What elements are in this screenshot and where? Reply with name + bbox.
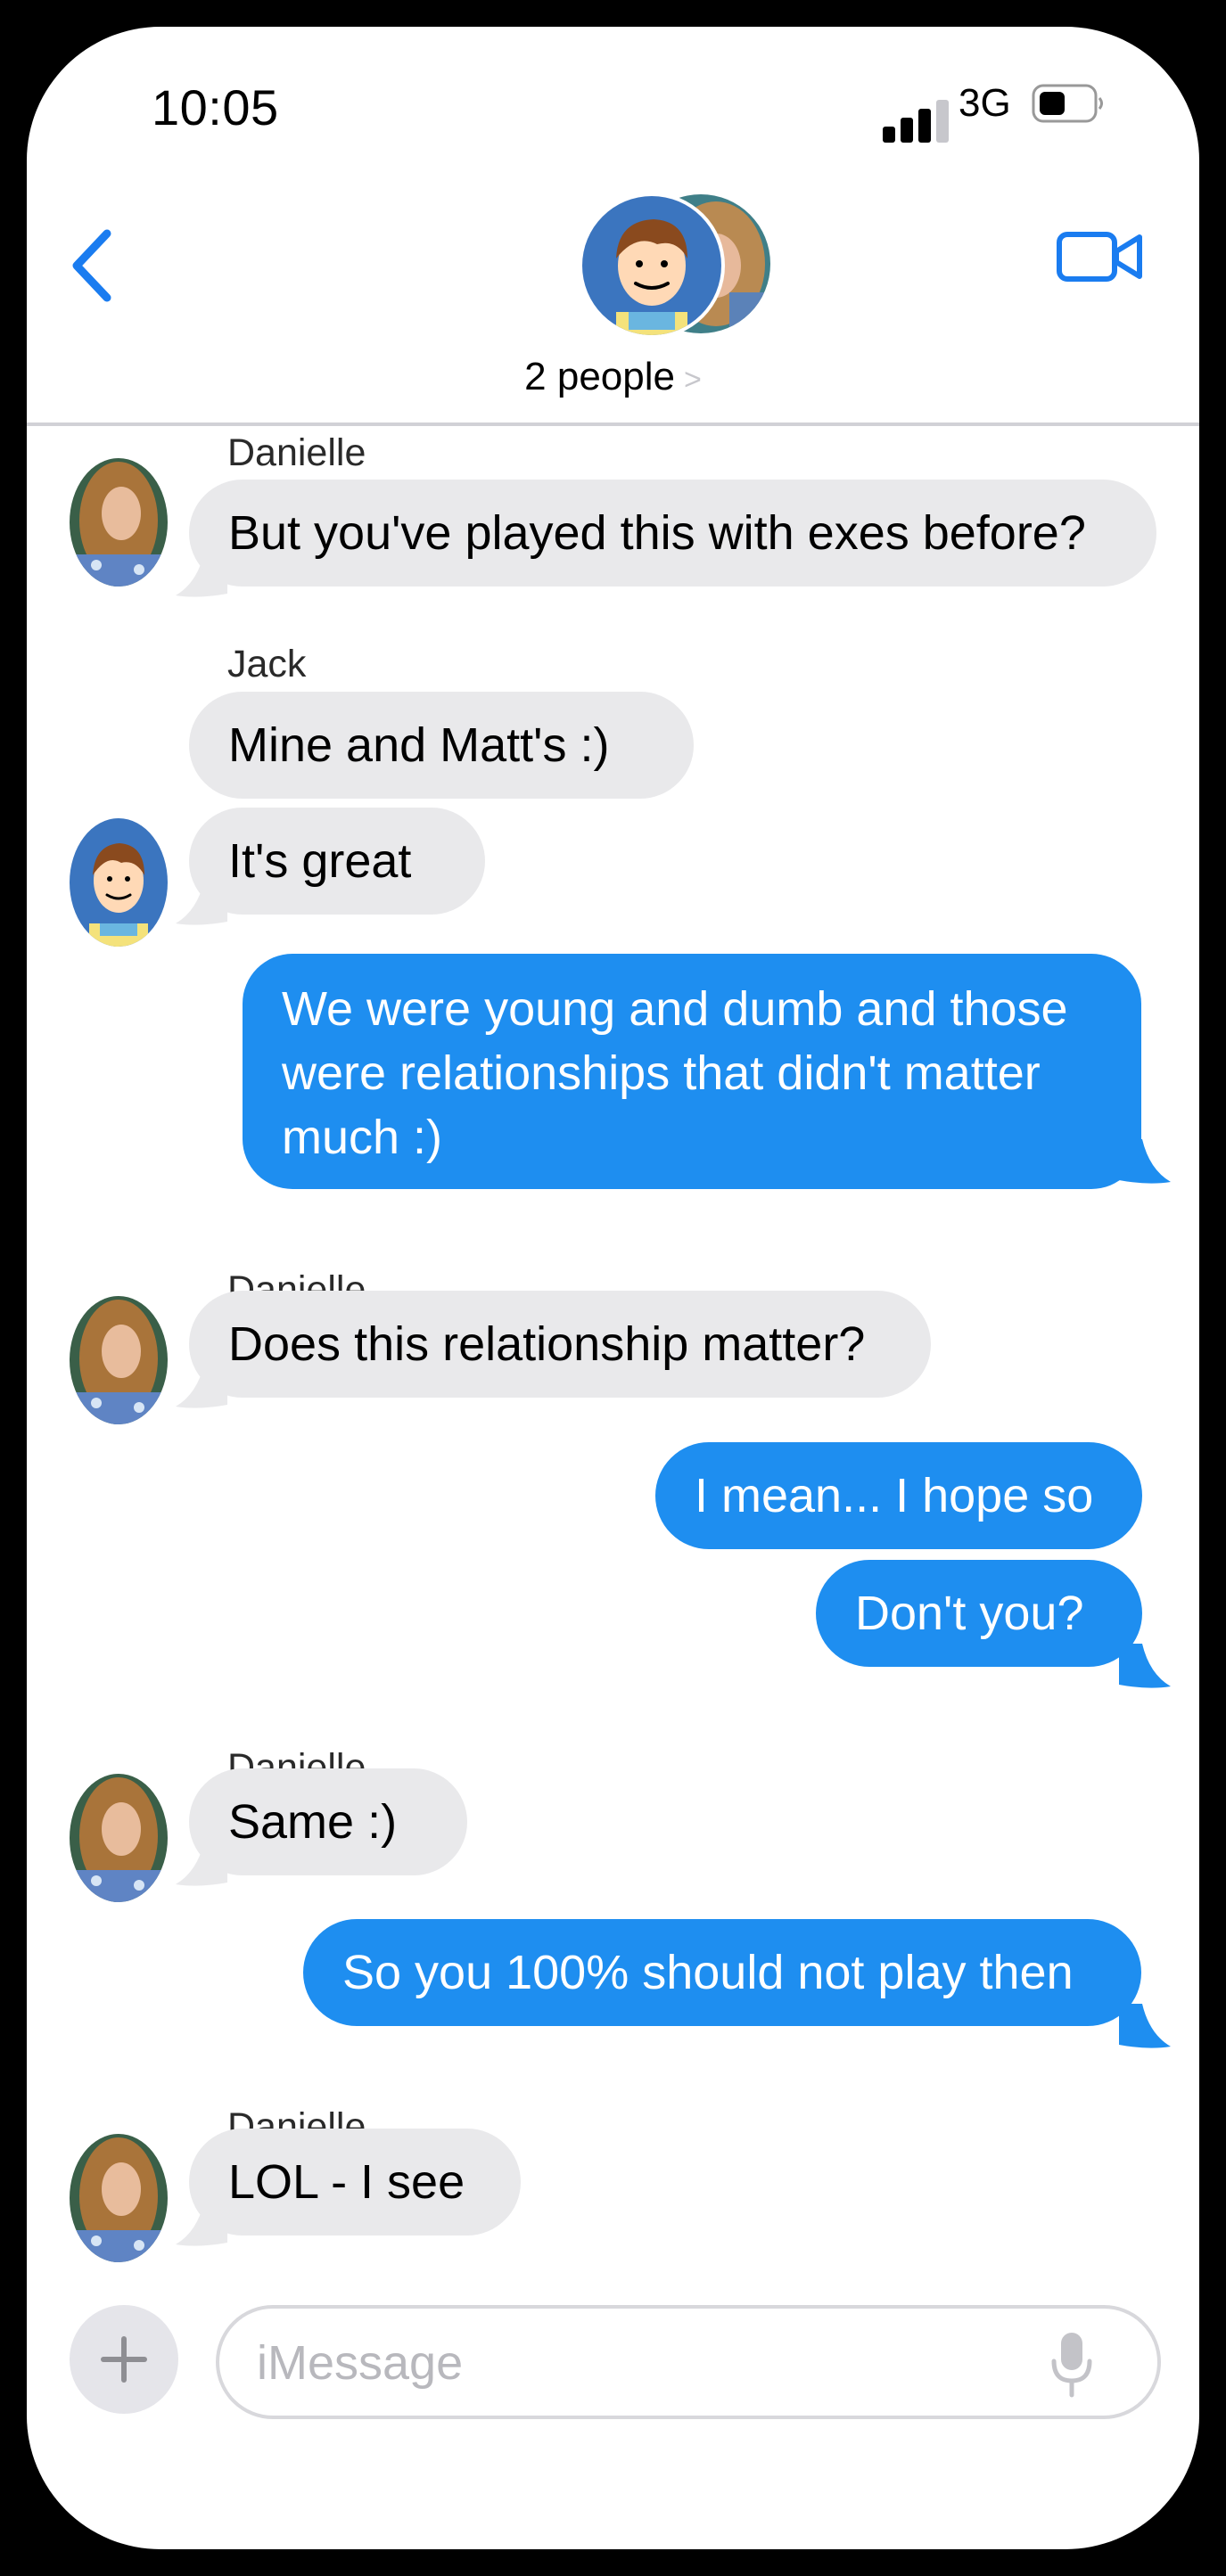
chevron-left-icon[interactable] — [70, 221, 123, 310]
messages-screen: 10:05 3G 2 people > Danielle But you've … — [27, 27, 1199, 2549]
message-bubble-sent[interactable]: I mean... I hope so — [655, 1442, 1142, 1549]
network-type: 3G — [959, 81, 1011, 125]
group-info-link[interactable]: 2 people > — [27, 355, 1199, 399]
message-bubble-received[interactable]: Mine and Matt's :) — [189, 692, 694, 799]
group-avatar[interactable] — [582, 194, 774, 337]
message-bubble-sent[interactable]: So you 100% should not play then — [303, 1919, 1141, 2026]
message-input-placeholder: iMessage — [257, 2336, 464, 2390]
avatar-jack[interactable] — [70, 818, 168, 947]
avatar-danielle[interactable] — [70, 1296, 168, 1424]
message-bubble-sent[interactable]: Don't you? — [816, 1560, 1142, 1667]
header-divider — [27, 422, 1199, 426]
message-bubble-received[interactable]: But you've played this with exes before? — [189, 480, 1156, 587]
sender-name: Danielle — [227, 431, 366, 474]
chevron-right-icon: > — [683, 363, 702, 397]
battery-icon — [1032, 84, 1103, 123]
message-bubble-received[interactable]: Same :) — [189, 1768, 467, 1875]
microphone-icon[interactable] — [1050, 2331, 1093, 2400]
sender-name: Jack — [227, 643, 307, 685]
group-label: 2 people — [524, 355, 675, 398]
message-bubble-received[interactable]: LOL - I see — [189, 2129, 521, 2236]
plus-icon — [101, 2336, 147, 2383]
bubble-tail — [1119, 2004, 1171, 2048]
avatar-danielle[interactable] — [70, 458, 168, 587]
avatar-danielle[interactable] — [70, 1774, 168, 1902]
video-camera-icon[interactable] — [1056, 230, 1145, 283]
message-bubble-received[interactable]: Does this relationship matter? — [189, 1291, 931, 1398]
status-time: 10:05 — [152, 79, 279, 135]
message-bubble-sent[interactable]: We were young and dumb and those were re… — [243, 954, 1141, 1189]
message-bubble-received[interactable]: It's great — [189, 808, 485, 915]
avatar-danielle[interactable] — [70, 2134, 168, 2262]
